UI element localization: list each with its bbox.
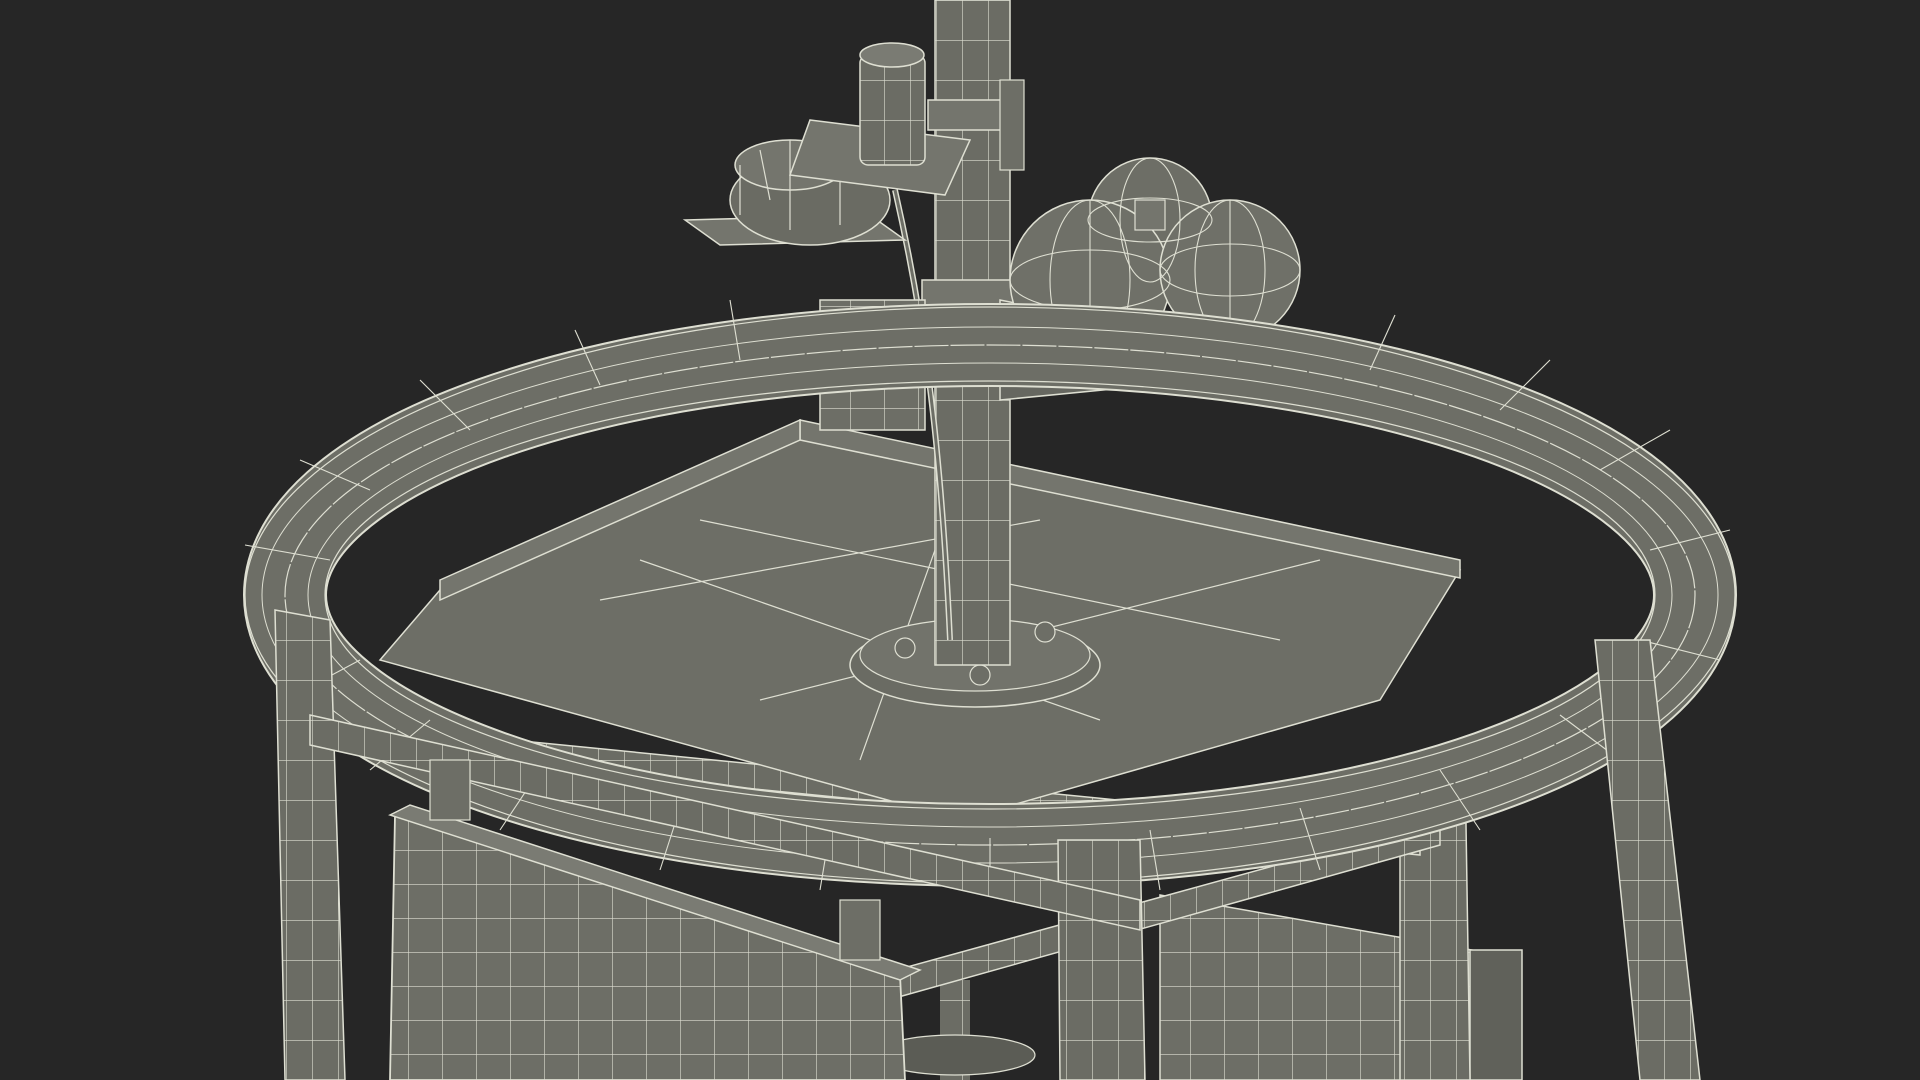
bolt-icon — [1034, 621, 1056, 643]
bolt-icon — [969, 664, 991, 686]
model-viewport[interactable] — [0, 0, 1920, 1080]
center-leg — [1057, 839, 1146, 1080]
bolt-icon — [894, 637, 916, 659]
cylinder-sensor — [859, 54, 926, 166]
wireframe-render — [0, 0, 1920, 1080]
